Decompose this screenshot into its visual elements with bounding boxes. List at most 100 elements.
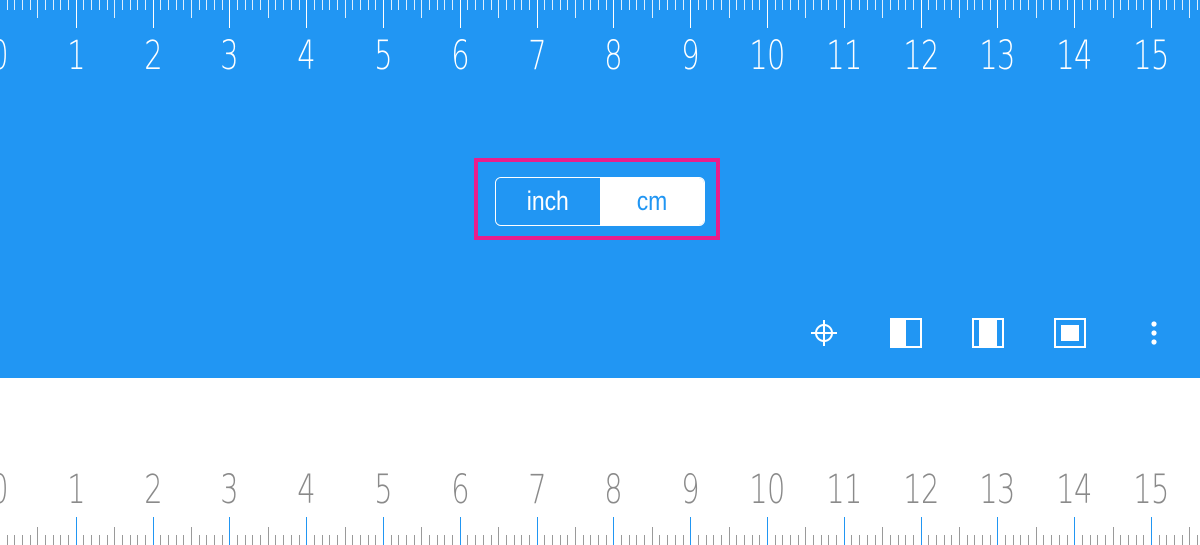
- more-vert-icon[interactable]: [1133, 312, 1175, 354]
- ruler-tick: [406, 535, 408, 545]
- panel-center-icon[interactable]: [967, 312, 1009, 354]
- ruler-tick: [413, 535, 415, 545]
- ruler-tick: [367, 535, 369, 545]
- bottom-number-7: 7: [527, 467, 546, 513]
- ruler-tick: [359, 0, 361, 10]
- ruler-tick: [436, 535, 438, 545]
- ruler-tick: [982, 0, 984, 10]
- ruler-tick: [1066, 535, 1068, 545]
- ruler-tick: [974, 0, 976, 10]
- bottom-number-3: 3: [220, 467, 239, 513]
- ruler-tick: [421, 527, 423, 545]
- ruler-tick: [843, 0, 845, 28]
- bottom-ruler-ticks: [0, 515, 1200, 545]
- ruler-tick: [160, 0, 162, 10]
- ruler-tick: [252, 0, 254, 10]
- bottom-number-12: 12: [902, 467, 939, 513]
- ruler-tick: [843, 517, 845, 545]
- panel-left-icon[interactable]: [885, 312, 927, 354]
- ruler-tick: [528, 0, 530, 10]
- ruler-tick: [997, 0, 999, 28]
- ruler-tick: [1197, 0, 1199, 10]
- top-number-3: 3: [220, 33, 239, 79]
- ruler-tick: [1058, 0, 1060, 10]
- ruler-tick: [767, 0, 768, 28]
- ruler-tick: [1066, 0, 1068, 10]
- ruler-tick: [329, 535, 331, 545]
- top-number-6: 6: [450, 33, 469, 79]
- ruler-tick: [390, 0, 392, 10]
- ruler-tick: [813, 0, 815, 10]
- ruler-tick: [6, 0, 8, 10]
- ruler-tick: [29, 0, 31, 10]
- ruler-tick: [905, 0, 907, 10]
- ruler-tick: [697, 0, 699, 10]
- ruler-tick: [1081, 0, 1083, 10]
- ruler-tick: [782, 535, 784, 545]
- ruler-tick: [52, 535, 54, 545]
- ruler-tick: [383, 517, 384, 545]
- top-number-12: 12: [902, 33, 939, 79]
- ruler-tick: [121, 535, 123, 545]
- ruler-tick: [582, 0, 584, 10]
- ruler-tick: [298, 0, 300, 10]
- ruler-tick: [6, 535, 8, 545]
- ruler-tick: [874, 0, 876, 10]
- ruler-tick: [14, 535, 16, 545]
- ruler-tick: [1104, 0, 1106, 10]
- ruler-tick: [720, 535, 722, 545]
- panel-square-icon[interactable]: [1049, 312, 1091, 354]
- ruler-tick: [91, 535, 93, 545]
- ruler-tick: [989, 0, 991, 10]
- ruler-tick: [644, 535, 646, 545]
- ruler-tick: [475, 535, 477, 545]
- ruler-tick: [774, 535, 776, 545]
- inch-option[interactable]: inch: [496, 178, 600, 225]
- ruler-tick: [421, 0, 423, 18]
- ruler-tick: [521, 535, 523, 545]
- ruler-tick: [1112, 527, 1114, 545]
- ruler-tick: [866, 535, 868, 545]
- ruler-tick: [705, 0, 707, 10]
- bottom-number-1: 1: [66, 467, 85, 513]
- ruler-tick: [68, 0, 70, 10]
- ruler-tick: [774, 0, 776, 10]
- top-number-15: 15: [1133, 33, 1169, 79]
- ruler-tick: [851, 535, 853, 545]
- ruler-tick: [1051, 0, 1053, 10]
- ruler-tick: [897, 0, 899, 10]
- unit-toggle[interactable]: inch cm: [495, 177, 705, 226]
- ruler-tick: [759, 0, 761, 10]
- top-number-0: 0: [0, 28, 11, 84]
- ruler-tick: [429, 535, 431, 545]
- ruler-tick: [267, 527, 269, 545]
- bottom-number-13: 13: [979, 467, 1016, 513]
- ruler-tick: [490, 535, 492, 545]
- ruler-tick: [912, 0, 914, 10]
- ruler-tick: [966, 0, 968, 10]
- crosshair-icon[interactable]: [803, 312, 845, 354]
- ruler-tick: [60, 535, 62, 545]
- ruler-tick: [306, 0, 308, 28]
- ruler-tick: [83, 535, 85, 545]
- ruler-tick: [490, 0, 492, 10]
- ruler-tick: [413, 0, 415, 10]
- ruler-tick: [206, 0, 208, 10]
- ruler-tick: [106, 0, 108, 10]
- ruler-tick: [452, 535, 454, 545]
- top-ruler-ticks: [0, 0, 1200, 30]
- ruler-tick: [720, 0, 722, 10]
- ruler-tick: [22, 0, 24, 10]
- ruler-tick: [214, 0, 216, 10]
- ruler-tick: [767, 517, 768, 545]
- ruler-tick: [521, 0, 523, 10]
- ruler-tick: [736, 535, 738, 545]
- cm-option[interactable]: cm: [600, 178, 704, 225]
- ruler-tick: [943, 0, 945, 10]
- ruler-tick: [436, 0, 438, 10]
- ruler-tick: [482, 0, 484, 10]
- ruler-tick: [137, 535, 139, 545]
- ruler-tick: [621, 0, 623, 10]
- ruler-tick: [1020, 0, 1022, 10]
- bottom-number-11: 11: [826, 467, 862, 513]
